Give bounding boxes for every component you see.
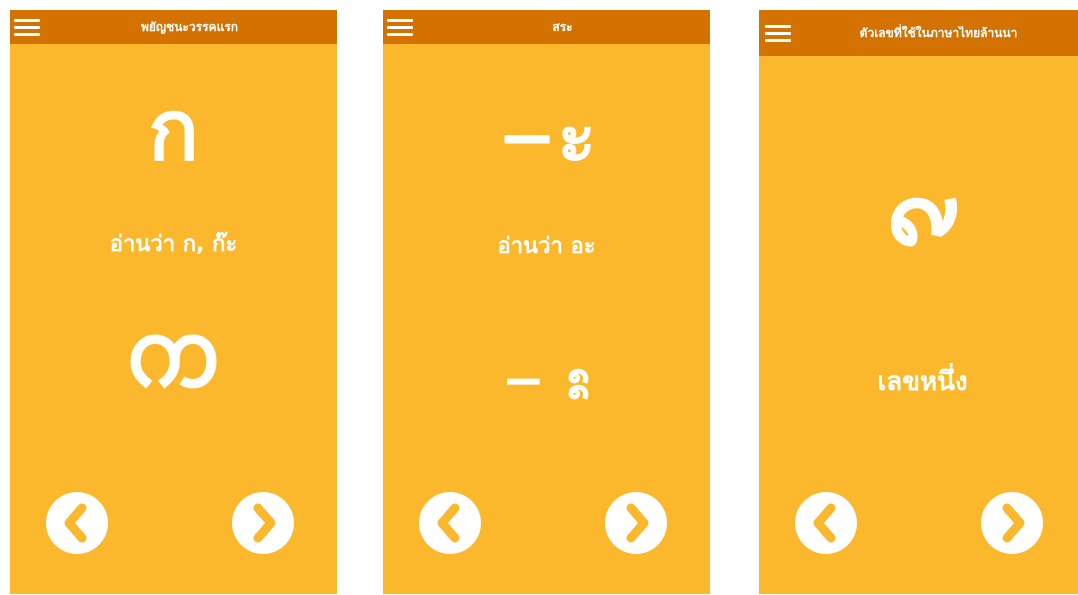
app-title: พยัญชนะวรรคแรก	[140, 20, 239, 34]
chevron-left-icon	[437, 503, 460, 543]
chevron-right-icon	[1002, 503, 1025, 543]
app-bar: สระ	[383, 10, 710, 44]
previous-button[interactable]	[46, 492, 108, 554]
app-title: ตัวเลขที่ใช้ในภาษาไทยล้านนา	[859, 26, 1018, 40]
next-button[interactable]	[605, 492, 667, 554]
pronunciation-label: อ่านว่า อะ	[497, 234, 596, 259]
next-button[interactable]	[981, 492, 1043, 554]
thai-vowel: −ะ	[497, 95, 596, 179]
chevron-left-icon	[64, 503, 87, 543]
thai-character: ก	[148, 81, 199, 179]
phone-screen-consonants: พยัญชนะวรรคแรก ก อ่านว่า ก, ก๊ะ ᨠ	[10, 10, 337, 594]
number-label: เลขหนึ่ง	[877, 367, 968, 397]
phone-screen-numbers: ตัวเลขที่ใช้ในภาษาไทยล้านนา ᪑ เลขหนึ่ง	[759, 10, 1078, 594]
hamburger-menu-icon[interactable]	[765, 22, 795, 44]
hamburger-menu-icon[interactable]	[387, 16, 417, 38]
app-title: สระ	[552, 20, 573, 34]
app-bar: ตัวเลขที่ใช้ในภาษาไทยล้านนา	[759, 10, 1078, 56]
previous-button[interactable]	[419, 492, 481, 554]
previous-button[interactable]	[795, 492, 857, 554]
pronunciation-label: อ่านว่า ก, ก๊ะ	[109, 232, 238, 257]
chevron-left-icon	[813, 503, 836, 543]
phone-screen-vowels: สระ −ะ อ่านว่า อะ − ᩡ	[383, 10, 710, 594]
chevron-right-icon	[626, 503, 649, 543]
lanna-vowel: − ᩡ	[501, 351, 592, 411]
lanna-character: ᨠ	[124, 301, 223, 408]
hamburger-menu-icon[interactable]	[14, 16, 44, 38]
next-button[interactable]	[232, 492, 294, 554]
chevron-right-icon	[253, 503, 276, 543]
app-bar: พยัญชนะวรรคแรก	[10, 10, 337, 44]
lanna-digit: ᪑	[883, 159, 962, 281]
